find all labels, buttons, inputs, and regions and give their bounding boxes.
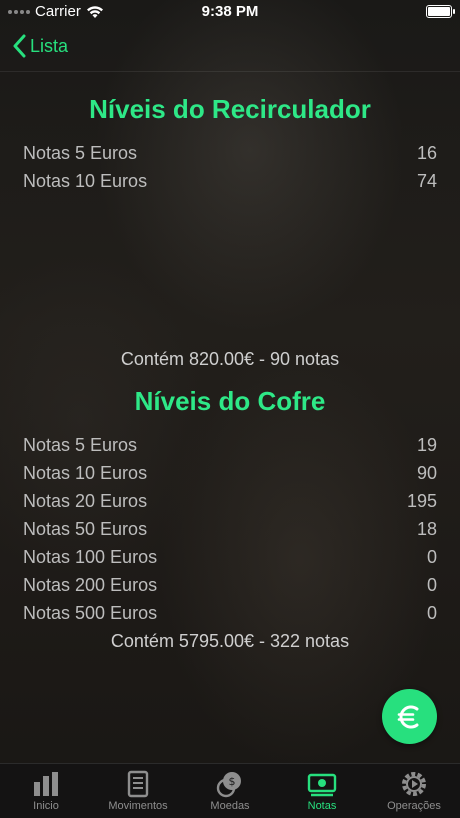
- bar-chart-icon: [34, 772, 58, 796]
- content: Níveis do Recirculador Notas 5 Euros 16 …: [0, 72, 460, 652]
- list-item: Notas 5 Euros 19: [0, 431, 460, 459]
- tab-movimentos[interactable]: Movimentos: [92, 764, 184, 818]
- tab-bar: Inicio Movimentos $ Moedas Notas Operaçõ…: [0, 763, 460, 818]
- row-label: Notas 500 Euros: [23, 602, 158, 623]
- banknote-icon: [307, 773, 337, 797]
- cofre-title: Níveis do Cofre: [134, 386, 326, 416]
- tab-operacoes[interactable]: Operações: [368, 764, 460, 818]
- list-item: Notas 10 Euros 74: [0, 167, 460, 195]
- row-label: Notas 5 Euros: [23, 434, 138, 455]
- row-label: Notas 200 Euros: [23, 574, 158, 595]
- row-label: Notas 10 Euros: [23, 462, 148, 483]
- tab-inicio[interactable]: Inicio: [0, 764, 92, 818]
- row-value: 90: [416, 462, 437, 483]
- row-label: Notas 5 Euros: [23, 142, 138, 163]
- status-bar: Carrier 9:38 PM: [0, 0, 460, 24]
- recirculador-title: Níveis do Recirculador: [89, 94, 371, 124]
- tab-notas[interactable]: Notas: [276, 764, 368, 818]
- tab-label: Movimentos: [108, 800, 168, 812]
- row-label: Notas 100 Euros: [23, 546, 158, 567]
- tab-moedas[interactable]: $ Moedas: [184, 764, 276, 818]
- list-item: Notas 100 Euros 0: [0, 543, 460, 571]
- row-value: 0: [426, 574, 437, 595]
- navigation-bar: Lista: [0, 24, 460, 72]
- battery-icon: [426, 5, 455, 18]
- recirculador-summary: Contém 820.00€ - 90 notas: [120, 349, 340, 369]
- svg-text:$: $: [229, 775, 236, 788]
- list-item: Notas 10 Euros 90: [0, 459, 460, 487]
- row-value: 18: [416, 518, 437, 539]
- list-item: Notas 5 Euros 16: [0, 139, 460, 167]
- row-label: Notas 20 Euros: [23, 490, 148, 511]
- status-time: 9:38 PM: [201, 3, 259, 20]
- coins-icon: $: [216, 772, 241, 798]
- row-label: Notas 50 Euros: [23, 518, 148, 539]
- list-item: Notas 200 Euros 0: [0, 571, 460, 599]
- tab-label: Operações: [387, 800, 441, 812]
- list-item: Notas 50 Euros 18: [0, 515, 460, 543]
- document-list-icon: [127, 770, 149, 798]
- tab-label: Notas: [307, 800, 337, 812]
- euro-icon: [397, 705, 418, 728]
- row-value: 16: [416, 142, 437, 163]
- row-value: 0: [426, 546, 437, 567]
- list-item: Notas 500 Euros 0: [0, 599, 460, 627]
- tab-label: Inicio: [33, 800, 59, 812]
- row-label: Notas 10 Euros: [23, 170, 148, 191]
- back-button[interactable]: Lista: [12, 34, 68, 58]
- chevron-left-icon: [13, 34, 26, 58]
- euro-action-button[interactable]: [382, 689, 437, 744]
- row-value: 0: [426, 602, 437, 623]
- gear-play-icon: [402, 772, 426, 796]
- tab-label: Moedas: [210, 800, 250, 812]
- row-value: 74: [416, 170, 437, 191]
- list-item: Notas 20 Euros 195: [0, 487, 460, 515]
- cofre-list: Notas 5 Euros 19 Notas 10 Euros 90 Notas…: [0, 431, 460, 627]
- cofre-summary: Contém 5795.00€ - 322 notas: [110, 631, 350, 651]
- row-value: 19: [416, 434, 437, 455]
- row-value: 195: [406, 490, 437, 511]
- back-label: Lista: [30, 35, 69, 56]
- recirculador-list: Notas 5 Euros 16 Notas 10 Euros 74: [0, 139, 460, 195]
